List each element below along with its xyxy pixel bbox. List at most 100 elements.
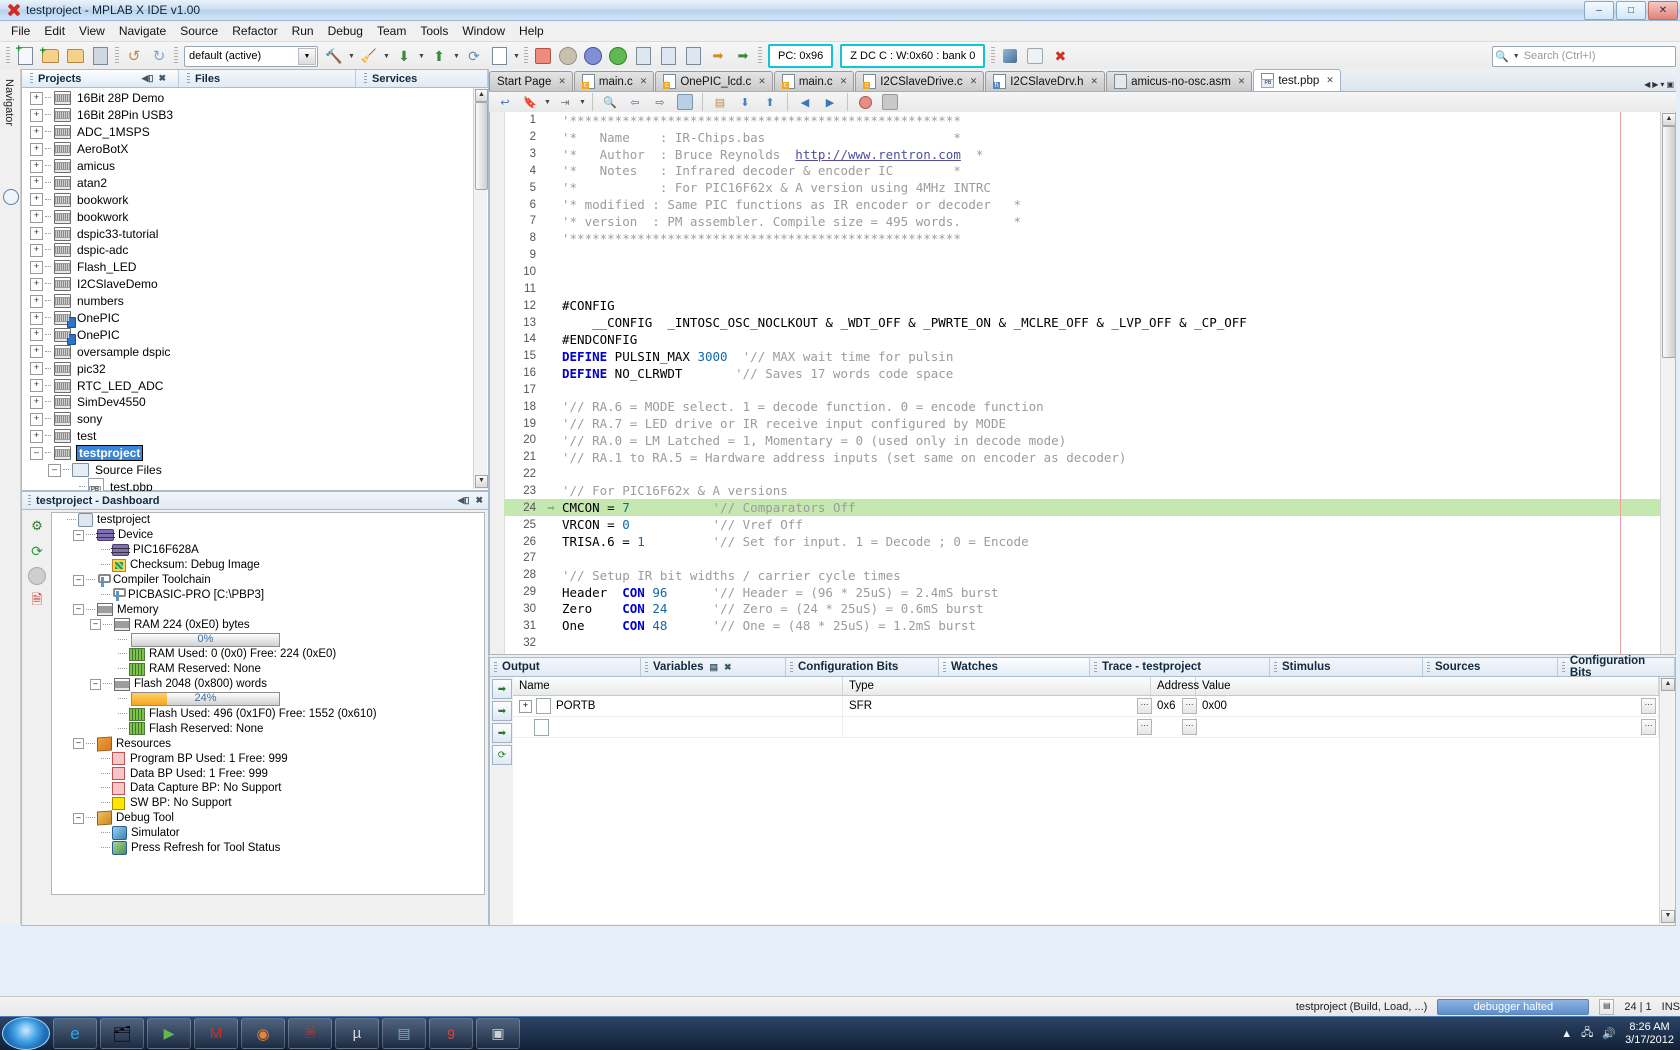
stop-debug-button[interactable] xyxy=(531,44,555,68)
code-line[interactable]: 17 xyxy=(504,382,1660,399)
tree-expander-icon[interactable]: – xyxy=(73,813,84,824)
dashboard-row[interactable]: Checksum: Debug Image xyxy=(52,558,484,573)
code-line[interactable]: 9 xyxy=(504,247,1660,264)
toolbar-group-handle-6[interactable] xyxy=(991,47,995,65)
new-project-button[interactable]: + xyxy=(38,44,62,68)
dashboard-row[interactable]: –Device xyxy=(52,528,484,543)
value-ellipsis-button[interactable]: ⋯ xyxy=(1182,698,1197,714)
editor-tab-i2cslavedrive-c[interactable]: I2CSlaveDrive.c✕ xyxy=(855,71,984,91)
tab-list-icon[interactable]: ▾ xyxy=(1660,80,1664,89)
dashboard-row[interactable]: Data BP Used: 1 Free: 999 xyxy=(52,766,484,781)
dashboard-row[interactable]: testproject xyxy=(52,513,484,528)
dashboard-row[interactable]: PIC16F628A xyxy=(52,543,484,558)
pause-button[interactable] xyxy=(556,44,580,68)
code-line[interactable]: 7'* version : PM assembler. Compile size… xyxy=(504,213,1660,230)
minimize-button[interactable]: – xyxy=(1584,1,1614,20)
explorer-icon[interactable]: 🗂 xyxy=(100,1018,144,1049)
refresh-debug-tool-button[interactable]: ⟳ xyxy=(26,540,48,562)
toggle-rectangular-selection-button[interactable]: ▤ xyxy=(708,90,732,114)
run-to-cursor-button[interactable]: ➡ xyxy=(706,44,730,68)
code-line[interactable]: 20'// RA.0 = LM Latched = 1, Momentary =… xyxy=(504,432,1660,449)
project-tree-item[interactable]: +RTC_LED_ADC xyxy=(24,377,488,394)
uncomment-button[interactable]: ⬆ xyxy=(758,90,782,114)
find-next-button[interactable]: ⇨ xyxy=(648,90,672,114)
projects-tree[interactable]: +16Bit 28P Demo+16Bit 28Pin USB3+ADC_1MS… xyxy=(22,88,488,495)
tree-expander-icon[interactable]: – xyxy=(48,464,61,477)
tree-expander-icon[interactable]: + xyxy=(30,109,43,122)
column-header-value[interactable]: Value xyxy=(1196,677,1659,695)
dashboard-row[interactable]: –Debug Tool xyxy=(52,811,484,826)
firefox-icon[interactable]: ◉ xyxy=(241,1018,285,1049)
project-tree-item[interactable]: +Flash_LED xyxy=(24,259,488,276)
menu-refactor[interactable]: Refactor xyxy=(225,22,284,40)
close-icon[interactable]: ✕ xyxy=(1238,76,1246,87)
tree-expander-icon[interactable]: + xyxy=(30,227,43,240)
media-player-icon[interactable]: ▶ xyxy=(147,1018,191,1049)
toolbar-group-handle-3[interactable] xyxy=(174,47,178,65)
cell-type[interactable] xyxy=(843,717,1151,737)
editor-tab-strip[interactable]: Start Page✕main.c✕OnePIC_lcd.c✕main.c✕I2… xyxy=(489,69,1676,92)
code-line[interactable]: 30Zero CON 24 '// Zero = (24 * 25uS) = 0… xyxy=(504,600,1660,617)
toolbar-group-handle-4[interactable] xyxy=(524,47,528,65)
editor-tab-start-page[interactable]: Start Page✕ xyxy=(489,71,573,91)
editor-tab-scroll-controls[interactable]: ◀ ▶ ▾ ▣ xyxy=(1644,80,1674,89)
close-icon[interactable]: ✕ xyxy=(1091,76,1099,87)
menu-tools[interactable]: Tools xyxy=(413,22,455,40)
dashboard-actions[interactable]: ◀▯ ✖ xyxy=(458,495,488,506)
dashboard-row[interactable]: PICBASIC-PRO [C:\PBP3] xyxy=(52,587,484,602)
address-ellipsis-button[interactable]: ⋯ xyxy=(1137,698,1152,714)
tree-expander-icon[interactable]: + xyxy=(30,92,43,105)
code-line[interactable]: 12#CONFIG xyxy=(504,297,1660,314)
network-icon[interactable]: 🖧 xyxy=(1581,1024,1593,1043)
watches-rows[interactable]: +PORTBSFR⋯0x6⋯0x00⋯⋯⋯⋯ xyxy=(513,696,1659,738)
close-panel-icon[interactable]: ✖ xyxy=(158,73,166,84)
next-bookmark-button[interactable]: ▶ xyxy=(818,90,842,114)
menu-help[interactable]: Help xyxy=(512,22,551,40)
tree-expander-icon[interactable]: – xyxy=(90,619,101,630)
project-tree-item[interactable]: +dspic33-tutorial xyxy=(24,225,488,242)
code-line[interactable]: 10 xyxy=(504,264,1660,281)
refresh-debug-button[interactable]: ⟳ xyxy=(462,44,486,68)
shift-line-button[interactable]: ⇥ xyxy=(553,90,577,114)
address-ellipsis-button[interactable]: ⋯ xyxy=(1137,719,1152,735)
toolbar-group-handle-2[interactable] xyxy=(115,47,119,65)
project-tree-item[interactable]: +bookwork xyxy=(24,191,488,208)
close-panel-icon[interactable]: ✖ xyxy=(475,495,483,506)
tree-expander-icon[interactable]: + xyxy=(30,126,43,139)
menu-run[interactable]: Run xyxy=(285,22,321,40)
projects-tab-actions[interactable]: ◀▯ ✖ xyxy=(142,73,170,84)
watches-scrollbar[interactable]: ▲ ▼ xyxy=(1659,677,1674,924)
project-tree-item[interactable]: +OnePIC xyxy=(24,310,488,327)
search-dropdown-icon[interactable]: ▼ xyxy=(1512,46,1521,66)
clean-dropdown-icon[interactable]: ▼ xyxy=(382,46,391,66)
watches-table[interactable]: Name Type Address Value +PORTBSFR⋯0x6⋯0x… xyxy=(513,677,1659,924)
navigator-strip[interactable]: Navigator xyxy=(0,69,21,924)
bottom-tab-trace---testproject[interactable]: Trace - testproject xyxy=(1090,658,1270,676)
dashboard-row[interactable]: –Compiler Toolchain xyxy=(52,573,484,588)
menu-window[interactable]: Window xyxy=(455,22,512,40)
acrobat-icon[interactable]: 🗎 xyxy=(288,1018,332,1049)
watch-view-button[interactable] xyxy=(1023,44,1047,68)
bottom-tab-configuration-bits[interactable]: Configuration Bits xyxy=(1558,658,1675,676)
step-over-button[interactable] xyxy=(631,44,655,68)
open-pdf-button[interactable]: 🗎 xyxy=(26,590,48,612)
bottom-tab-output[interactable]: Output xyxy=(490,658,641,676)
status-detail-icon[interactable]: ▤ xyxy=(1599,999,1614,1015)
menu-edit[interactable]: Edit xyxy=(37,22,72,40)
dashboard-row[interactable]: 24% xyxy=(52,692,484,707)
project-tree-item[interactable]: +atan2 xyxy=(24,174,488,191)
tab-projects[interactable]: Projects ◀▯ ✖ xyxy=(22,70,179,87)
configuration-combo[interactable]: default (active) ▼ xyxy=(184,46,318,67)
tree-expander-icon[interactable]: + xyxy=(30,244,43,257)
tool-icon[interactable]: ▣ xyxy=(476,1018,520,1049)
code-line[interactable]: 31One CON 48 '// One = (48 * 25uS) = 1.2… xyxy=(504,617,1660,634)
project-tree-item[interactable]: +OnePIC xyxy=(24,326,488,343)
maximize-editor-icon[interactable]: ▣ xyxy=(1666,80,1674,89)
row-expander-icon[interactable]: + xyxy=(519,700,532,713)
bottom-tab-variables[interactable]: Variables▤✖ xyxy=(641,658,786,676)
code-line[interactable]: 28'// Setup IR bit widths / carrier cycl… xyxy=(504,567,1660,584)
menu-file[interactable]: File xyxy=(4,22,37,40)
editor-tab-main-c[interactable]: main.c✕ xyxy=(774,71,854,91)
upload-dropdown-icon[interactable]: ▼ xyxy=(452,46,461,66)
tree-expander-icon[interactable]: + xyxy=(30,160,43,173)
